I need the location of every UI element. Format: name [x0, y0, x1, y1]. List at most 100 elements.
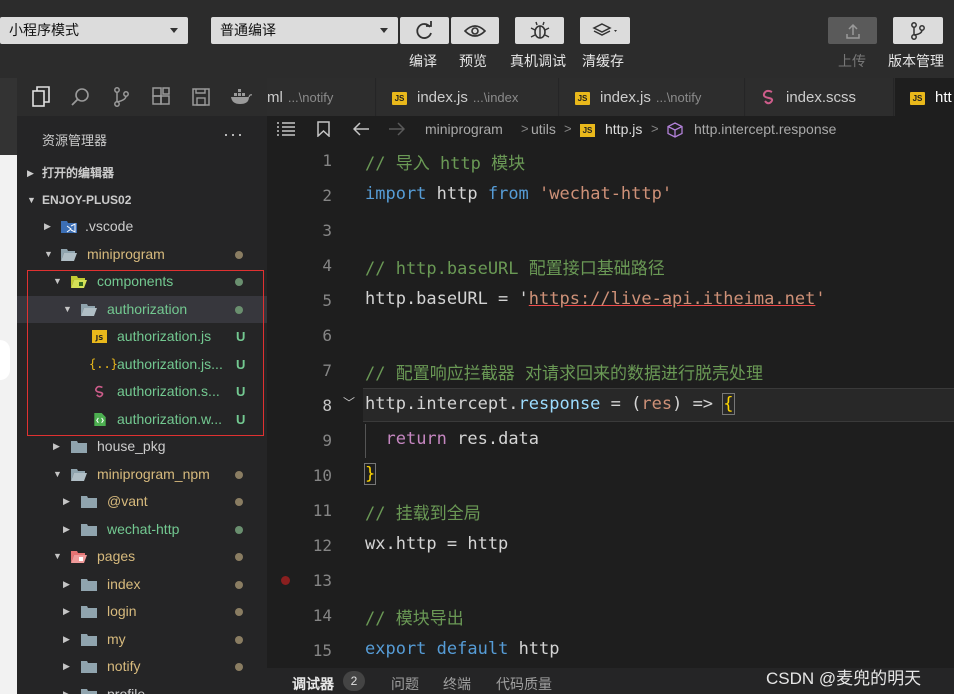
source-control-tab[interactable]	[106, 82, 136, 112]
line-number: 12	[312, 536, 332, 555]
chevron-right-icon: ▶	[63, 496, 70, 506]
line-number: 15	[312, 641, 332, 660]
explorer-tab[interactable]	[26, 82, 56, 112]
explorer-title: 资源管理器	[42, 133, 108, 148]
compile-mode-select[interactable]: 普通编译	[211, 17, 398, 44]
forward-arrow-icon[interactable]	[388, 122, 405, 136]
tree-item-notify[interactable]: ▶ notify	[17, 653, 267, 681]
chevron-right-icon: ▶	[63, 661, 70, 671]
bookmark-icon[interactable]	[317, 121, 330, 137]
js-file-icon: JS	[575, 92, 590, 105]
tab-problems[interactable]: 问题	[391, 674, 419, 694]
tree-item-wechat-http[interactable]: ▶ wechat-http	[17, 516, 267, 544]
tree-item-components[interactable]: ▼ components	[17, 268, 267, 296]
tree-item-vscode[interactable]: ▶ .vscode	[17, 213, 267, 241]
compile-button[interactable]	[400, 17, 449, 44]
folder-icon	[81, 578, 97, 591]
line-number: 3	[322, 221, 332, 240]
code-token: ) =>	[672, 394, 724, 414]
code-token: '	[815, 289, 826, 309]
upload-button[interactable]	[828, 17, 877, 44]
tree-item-label: my	[107, 630, 126, 647]
tab-http-js-active[interactable]: JS htt	[895, 78, 954, 116]
tree-item-label: components	[97, 273, 174, 289]
open-editors-section[interactable]: ▶ 打开的编辑器	[17, 160, 267, 187]
extensions-tab[interactable]	[146, 82, 176, 112]
tab-label: htt	[935, 89, 952, 106]
code-editor[interactable]: 1 2 3 4 5 6 7 8 9 10 11 12 13 14 15 ﹀ //…	[267, 144, 954, 668]
tab-index-js-notify[interactable]: JS index.js ...\notify	[560, 78, 745, 116]
tree-item-miniprogram-npm[interactable]: ▼ miniprogram_npm	[17, 461, 267, 489]
project-name: ENJOY-PLUS02	[42, 193, 132, 207]
mode-select[interactable]: 小程序模式	[0, 17, 188, 44]
back-arrow-icon[interactable]	[353, 122, 370, 136]
code-token: res	[641, 394, 673, 414]
tree-item-authorization-js[interactable]: JS authorization.js U	[17, 323, 267, 351]
js-file-icon: JS	[392, 92, 407, 105]
folder-open-icon	[81, 303, 97, 316]
line-number: 9	[322, 431, 332, 450]
tree-item-miniprogram[interactable]: ▼ miniprogram	[17, 241, 267, 269]
breadcrumb-segment[interactable]: http.js	[605, 121, 642, 137]
explorer-header: 资源管理器 ···	[17, 116, 267, 160]
tab-label: index.scss	[786, 89, 857, 106]
code-line-4: // http.baseURL 配置接口基础路径	[365, 259, 665, 279]
tree-item-authorization-wxml[interactable]: authorization.w... U	[17, 406, 267, 434]
tree-item-my[interactable]: ▶ my	[17, 626, 267, 654]
preview-button[interactable]	[451, 17, 499, 44]
clear-cache-button[interactable]	[580, 17, 630, 44]
tree-item-authorization-scss[interactable]: authorization.s... U	[17, 378, 267, 406]
chevron-down-icon: ▼	[53, 468, 62, 479]
compile-label: 编译	[409, 53, 437, 69]
search-tab[interactable]	[66, 82, 96, 112]
line-number: 11	[312, 501, 332, 520]
modified-dot	[235, 498, 243, 506]
code-line-15: export default http	[365, 639, 560, 659]
breadcrumb-segment[interactable]: http.intercept.response	[694, 121, 836, 137]
save-icon	[192, 88, 210, 106]
tree-item-pages[interactable]: ▼ pages	[17, 543, 267, 571]
version-control-button[interactable]	[893, 17, 943, 44]
project-section[interactable]: ▼ ENJOY-PLUS02	[17, 187, 267, 214]
tree-item-house-pkg[interactable]: ▶ house_pkg	[17, 433, 267, 461]
breakpoint-dot[interactable]	[281, 576, 290, 585]
breadcrumb-segment[interactable]: utils	[531, 121, 556, 137]
tree-item-authorization[interactable]: ▼ authorization	[17, 295, 267, 323]
tree-item-authorization-json[interactable]: {..} authorization.js... U	[17, 351, 267, 379]
chevron-down-icon: ▼	[44, 248, 53, 259]
line-number: 5	[322, 291, 332, 310]
docker-tab[interactable]	[226, 82, 256, 112]
sidebar-icon-strip	[17, 78, 267, 116]
js-file-icon: JS	[92, 330, 107, 343]
list-icon[interactable]	[277, 122, 295, 136]
tree-item-vant[interactable]: ▶ @vant	[17, 488, 267, 516]
tab-terminal[interactable]: 终端	[443, 674, 471, 694]
outline-tab[interactable]	[186, 82, 216, 112]
code-line-1: // 导入 http 模块	[365, 154, 526, 174]
tab-index-js-index[interactable]: JS index.js ...\index	[377, 78, 559, 116]
docker-icon	[231, 89, 252, 104]
line-number: 2	[322, 186, 332, 205]
remote-debug-button[interactable]	[515, 17, 564, 44]
tab-notify-wxml[interactable]: ml ...\notify	[267, 78, 376, 116]
eye-icon	[464, 24, 486, 37]
code-token: http.baseURL = '	[365, 289, 529, 309]
tree-item-profile[interactable]: ▶ profile	[17, 681, 267, 694]
tab-index-scss[interactable]: index.scss	[746, 78, 894, 116]
tree-item-index[interactable]: ▶ index	[17, 571, 267, 599]
breadcrumb-segment[interactable]: miniprogram	[425, 121, 503, 137]
tree-item-label: profile	[107, 685, 146, 694]
preview-label: 预览	[459, 53, 487, 69]
fold-chevron-icon[interactable]: ﹀	[343, 394, 355, 411]
tab-debugger[interactable]: 调试器	[292, 674, 334, 694]
code-line-2: import http from 'wechat-http'	[365, 184, 672, 204]
open-editors-label: 打开的编辑器	[42, 166, 115, 180]
code-line-11: // 挂载到全局	[365, 504, 481, 524]
more-actions-button[interactable]: ···	[223, 124, 244, 145]
tab-code-quality[interactable]: 代码质量	[496, 674, 552, 694]
code-token: = (	[600, 394, 642, 414]
pages-folder-icon	[71, 551, 87, 563]
code-token: return	[385, 429, 447, 449]
tab-label: index.js	[417, 89, 468, 106]
tree-item-login[interactable]: ▶ login	[17, 598, 267, 626]
